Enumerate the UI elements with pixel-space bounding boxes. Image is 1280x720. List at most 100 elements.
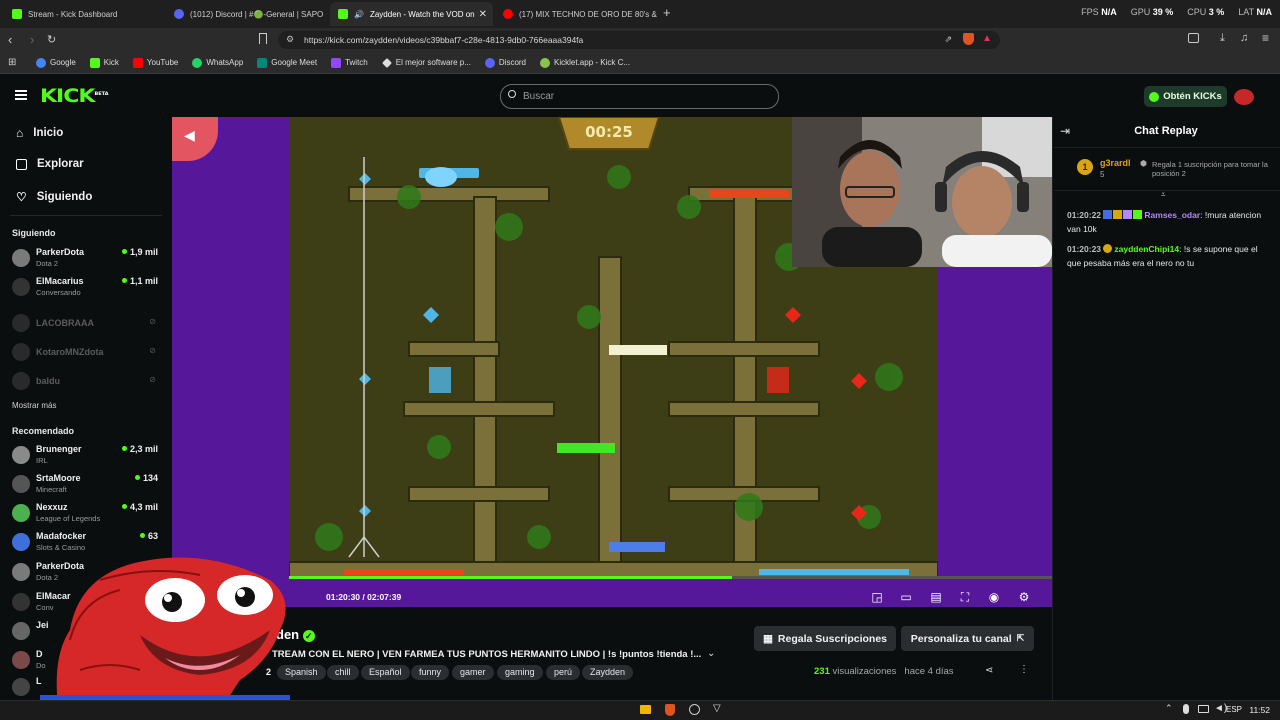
top-gifter-bar: 1 g3rardl 5 ⬢ Regala 1 suscripción para … <box>1054 147 1280 199</box>
gifter-rank-badge: 1 <box>1077 159 1093 175</box>
kick-icon <box>12 9 22 19</box>
close-tab-icon[interactable]: ✕ <box>479 9 487 20</box>
back-icon[interactable]: ‹ <box>8 32 12 47</box>
video-time: 01:20:30 / 02:07:39 <box>326 592 402 602</box>
screenshot-icon[interactable] <box>1188 33 1199 43</box>
rewards-icon[interactable]: ▲ <box>982 33 992 44</box>
tag[interactable]: funny <box>411 665 450 680</box>
chat-username[interactable]: zayddenChipi14 <box>1114 244 1179 254</box>
user-avatar[interactable] <box>1234 89 1254 105</box>
tab-kick-dashboard[interactable]: Stream - Kick Dashboard <box>4 2 164 26</box>
forward-icon[interactable]: › <box>30 32 34 47</box>
tab-title: Zaydden - Watch the VOD on <box>369 9 475 19</box>
chevron-down-icon[interactable]: ⌄ <box>707 648 715 659</box>
obs-icon[interactable] <box>689 704 700 715</box>
gift-icon: ▦ <box>762 632 773 645</box>
fullscreen-icon[interactable]: ⛶ <box>958 590 972 604</box>
following-channel-offline[interactable]: baldu ⊘ <box>12 369 160 395</box>
bookmark-youtube[interactable]: YouTube <box>132 57 178 68</box>
app-icon[interactable]: ▽ <box>713 703 721 714</box>
bookmark-google-meet[interactable]: Google Meet <box>257 57 317 68</box>
following-channel-offline[interactable]: LACOBRAAA ⊘ <box>12 311 160 337</box>
share-icon[interactable]: ⋖ <box>985 665 993 676</box>
bookmark-discord[interactable]: Discord <box>484 57 526 68</box>
chat-username[interactable]: Ramses_odar <box>1144 210 1200 220</box>
show-more-link[interactable]: Mostrar más <box>12 401 56 410</box>
nav-explorar[interactable]: Explorar <box>16 158 84 170</box>
file-explorer-icon[interactable] <box>640 705 651 714</box>
site-settings-icon[interactable]: ⚙ <box>286 34 294 45</box>
meet-icon <box>257 57 268 68</box>
tab-discord[interactable]: (1012) Discord | #🟢-General | SAPO <box>166 2 328 26</box>
bookmark-google[interactable]: Google <box>36 57 76 68</box>
music-icon[interactable]: ♫ <box>1240 32 1248 44</box>
speaker-icon: 🔊 <box>354 9 364 19</box>
theater-mode-icon[interactable]: ▭ <box>899 590 913 604</box>
menu-icon[interactable]: ≡ <box>1262 31 1269 45</box>
address-bar[interactable]: ⚙ https://kick.com/zaydden/videos/c39bba… <box>278 31 1000 49</box>
search-input[interactable]: Buscar <box>500 84 779 109</box>
bookmark-kick[interactable]: Kick <box>89 57 119 68</box>
offline-icon: ⊘ <box>149 346 156 355</box>
clip-icon[interactable]: ▤ <box>929 590 943 604</box>
tray-chevron-icon[interactable]: ⌃ <box>1165 703 1173 714</box>
system-clock[interactable]: 11:52 <box>1249 705 1270 715</box>
gift-subs-button[interactable]: ▦ Regala Suscripciones <box>754 626 896 651</box>
network-icon[interactable] <box>1198 705 1209 713</box>
miniplayer-icon[interactable]: ◲ <box>870 590 884 604</box>
tag[interactable]: chill <box>327 665 359 680</box>
bookmark-software[interactable]: El mejor software p... <box>381 57 471 68</box>
download-icon[interactable]: ⤓ <box>1220 32 1225 45</box>
nav-siguiendo[interactable]: ♡ Siguiendo <box>16 190 92 204</box>
tab-youtube-mix[interactable]: (17) MIX TECHNO DE ORO DE 80's & <box>495 2 657 26</box>
following-channel[interactable]: ElMacarius Conversando 1,1 mil <box>12 275 160 301</box>
url-text: https://kick.com/zaydden/videos/c39bbaf7… <box>304 35 584 45</box>
avatar <box>12 593 30 611</box>
expand-icon[interactable]: ⩡ <box>1161 190 1166 200</box>
video-stats: 231 visualizaciones hace 4 días <box>814 666 954 677</box>
tag[interactable]: Español <box>361 665 410 680</box>
bookmark-twitch[interactable]: Twitch <box>331 57 368 68</box>
tag[interactable]: perú <box>546 665 581 680</box>
os-taskbar: ▽ ⌃ ◄) <box>0 700 1280 720</box>
recommended-channel[interactable]: SrtaMoore Minecraft 134 <box>12 472 160 498</box>
gifter-name[interactable]: g3rardl <box>1100 158 1131 168</box>
following-channel-offline[interactable]: KotaroMNZdota ⊘ <box>12 340 160 366</box>
customize-channel-button[interactable]: Personaliza tu canal ⇱ <box>901 626 1034 651</box>
tab-title: (1012) Discord | #🟢-General | SAPO <box>190 9 324 19</box>
new-tab-button[interactable]: + <box>663 5 671 20</box>
get-kicks-button[interactable]: Obtén KICKs <box>1144 86 1227 107</box>
keyboard-language[interactable]: ESP <box>1226 705 1242 714</box>
brave-shield-icon[interactable] <box>963 33 974 45</box>
tag[interactable]: gamer <box>452 665 494 680</box>
chat-message: 01:20:22 Ramses_odar: !mura atencion van… <box>1067 210 1262 234</box>
bookmark-kicklet[interactable]: Kicklet.app - Kick C... <box>540 57 630 68</box>
compass-icon <box>16 158 27 170</box>
video-progress-fill <box>289 576 732 579</box>
avatar <box>12 563 30 581</box>
settings-gear-icon[interactable]: ⚙ <box>1017 590 1031 604</box>
share-icon[interactable]: ⇗ <box>944 34 952 45</box>
tab-zaydden-vod[interactable]: 🔊 Zaydden - Watch the VOD on ✕ <box>330 2 493 26</box>
avatar <box>12 533 30 551</box>
brave-browser-icon[interactable] <box>665 704 675 716</box>
kick-logo[interactable]: KICKBETA <box>40 86 109 107</box>
tab-title: Stream - Kick Dashboard <box>28 9 118 19</box>
following-channel[interactable]: ParkerDota Dota 2 1,9 mil <box>12 246 160 272</box>
recommended-channel[interactable]: Nexxuz League of Legends 4,3 mil <box>12 501 160 527</box>
bookmark-icon[interactable] <box>259 33 267 44</box>
recommended-channel[interactable]: Brunenger IRL 2,3 mil <box>12 443 160 469</box>
apps-grid-icon[interactable]: ⊞ <box>8 57 16 68</box>
more-options-icon[interactable]: ⋮ <box>1019 664 1029 675</box>
hamburger-menu-icon[interactable] <box>15 90 27 100</box>
offline-icon: ⊘ <box>149 317 156 326</box>
bookmark-whatsapp[interactable]: WhatsApp <box>192 57 243 68</box>
reload-icon[interactable]: ↻ <box>47 33 56 46</box>
autoplay-icon[interactable]: ◉ <box>987 590 1001 604</box>
tag[interactable]: gaming <box>497 665 543 680</box>
heart-icon: ♡ <box>16 190 27 204</box>
nav-inicio[interactable]: ⌂ Inicio <box>16 126 63 140</box>
tag[interactable]: Zaydden <box>582 665 634 680</box>
webcam-overlay <box>792 117 1052 267</box>
microphone-icon[interactable] <box>1183 704 1189 714</box>
